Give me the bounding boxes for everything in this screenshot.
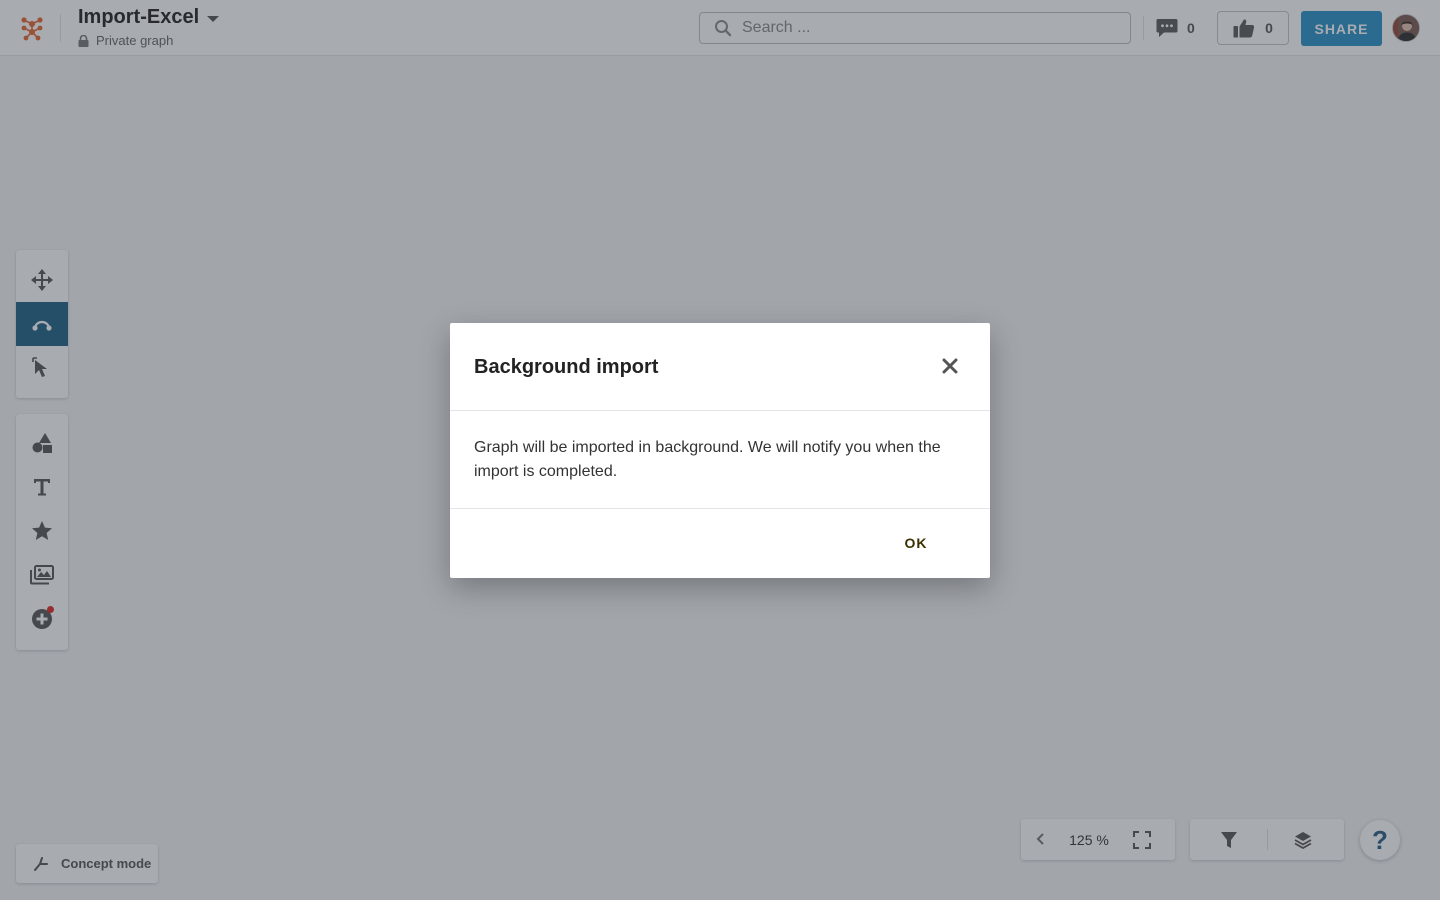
dialog-title: Background import (474, 356, 659, 378)
close-icon[interactable] (941, 357, 959, 375)
dialog-header: Background import (450, 323, 990, 411)
dialog-footer: OK (450, 509, 990, 577)
ok-button[interactable]: OK (894, 531, 938, 555)
dialog-message: Graph will be imported in background. We… (450, 411, 990, 509)
background-import-dialog: Background import Graph will be imported… (450, 323, 990, 578)
